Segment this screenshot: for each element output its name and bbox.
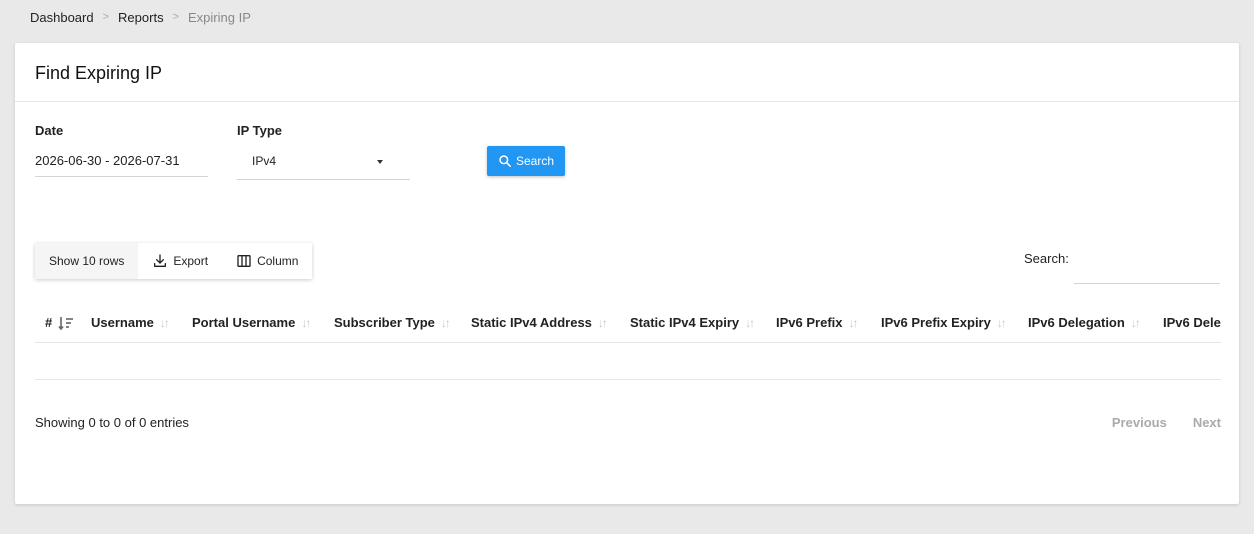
column-header-label: Static IPv4 Expiry [630, 315, 740, 330]
download-icon [154, 254, 167, 267]
export-label: Export [173, 254, 209, 268]
column-header-label: IPv6 Delegation [1028, 315, 1125, 330]
export-button[interactable]: Export [138, 243, 223, 279]
ip-type-field: IP Type IPv4 [237, 123, 410, 180]
date-field: Date [35, 123, 208, 177]
pagination: Previous Next [1112, 415, 1221, 430]
search-button[interactable]: Search [487, 146, 565, 176]
search-icon [499, 155, 511, 168]
column-header-ipv6-delegation-expiry[interactable]: IPv6 Dele [1163, 315, 1221, 330]
sort-icon: ↓↑ [159, 315, 170, 330]
ip-type-selected-value: IPv4 [252, 154, 277, 168]
table-search: Search: [1024, 245, 1220, 284]
expiring-ip-card: Find Expiring IP Date IP Type IPv4 Searc… [15, 43, 1239, 504]
column-header-label: Static IPv4 Address [471, 315, 592, 330]
table-search-input[interactable] [1073, 258, 1220, 284]
column-header-portal-username[interactable]: Portal Username ↓↑ [192, 315, 334, 330]
table-empty-row [35, 343, 1221, 380]
sort-icon: ↓↑ [1130, 315, 1141, 330]
column-label: Column [257, 254, 299, 268]
date-range-input[interactable] [35, 151, 208, 177]
sort-icon: ↓↑ [745, 315, 755, 330]
table-search-label: Search: [1024, 250, 1069, 266]
breadcrumb: Dashboard > Reports > Expiring IP [30, 9, 251, 25]
ip-type-select[interactable]: IPv4 [237, 145, 410, 180]
columns-icon [237, 255, 251, 267]
column-header-index[interactable]: # [45, 315, 91, 330]
next-page-button[interactable]: Next [1193, 415, 1221, 430]
column-header-label: IPv6 Dele [1163, 315, 1221, 330]
sort-icon: ↓↑ [440, 315, 451, 330]
column-visibility-button[interactable]: Column [222, 243, 313, 279]
sort-icon: ↓↑ [597, 315, 608, 330]
sort-icon: ↓↑ [301, 315, 311, 330]
column-header-label: Subscriber Type [334, 315, 435, 330]
column-header-label: Portal Username [192, 315, 296, 330]
column-header-subscriber-type[interactable]: Subscriber Type ↓↑ [334, 315, 471, 330]
column-header-static-ipv4-expiry[interactable]: Static IPv4 Expiry ↓↑ [630, 315, 776, 330]
date-label: Date [35, 123, 64, 138]
column-header-ipv6-prefix[interactable]: IPv6 Prefix ↓↑ [776, 315, 881, 330]
data-table: # Username ↓↑ Portal Username ↓↑ Subscri… [35, 303, 1221, 380]
column-header-static-ipv4-address[interactable]: Static IPv4 Address ↓↑ [471, 315, 630, 330]
breadcrumb-current: Expiring IP [188, 9, 251, 25]
page-title: Find Expiring IP [35, 63, 163, 83]
column-header-label: # [45, 315, 53, 330]
column-header-label: Username [91, 315, 154, 330]
column-header-label: IPv6 Prefix Expiry [881, 315, 991, 330]
card-header: Find Expiring IP [15, 43, 1239, 102]
sort-icon: ↓↑ [848, 315, 859, 330]
caret-down-icon [377, 160, 383, 164]
sort-icon: ↓↑ [996, 315, 1007, 330]
table-toolbar: Show 10 rows Export Column [35, 243, 313, 279]
table-info: Showing 0 to 0 of 0 entries [35, 415, 189, 430]
show-rows-button[interactable]: Show 10 rows [35, 243, 139, 279]
column-header-label: IPv6 Prefix [776, 315, 843, 330]
sort-desc-icon [58, 316, 74, 330]
breadcrumb-reports[interactable]: Reports [118, 10, 164, 25]
search-button-label: Search [515, 154, 555, 168]
ip-type-label: IP Type [237, 123, 283, 138]
show-rows-label: Show 10 rows [49, 254, 125, 268]
column-header-username[interactable]: Username ↓↑ [91, 315, 192, 330]
table-header-row: # Username ↓↑ Portal Username ↓↑ Subscri… [35, 303, 1221, 343]
previous-page-button[interactable]: Previous [1112, 415, 1167, 430]
breadcrumb-separator: > [102, 11, 110, 23]
breadcrumb-separator: > [172, 11, 180, 23]
column-header-ipv6-delegation[interactable]: IPv6 Delegation ↓↑ [1028, 315, 1163, 330]
breadcrumb-dashboard[interactable]: Dashboard [30, 10, 94, 25]
column-header-ipv6-prefix-expiry[interactable]: IPv6 Prefix Expiry ↓↑ [881, 315, 1028, 330]
